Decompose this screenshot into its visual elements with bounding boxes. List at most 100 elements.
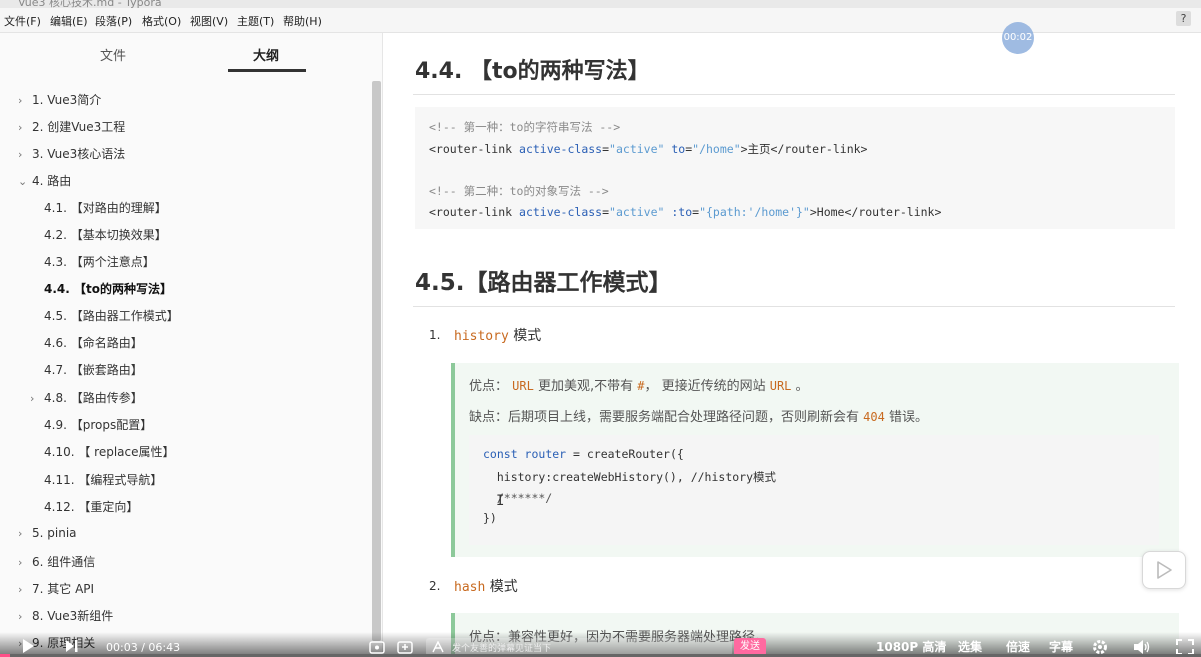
chevron-right-icon[interactable]: ›	[18, 121, 32, 134]
danmaku-placeholder: 发个友善的弹幕见证当下	[452, 644, 552, 654]
sidebar: 文件 大纲 › 1. Vue3简介 › 2. 创建Vue3工程 › 3. Vue3核心语法…	[0, 33, 383, 657]
code-eq: =	[602, 205, 610, 219]
outline-item[interactable]: › 2. 创建Vue3工程	[18, 118, 125, 135]
speed-button[interactable]: 倍速	[1006, 638, 1030, 655]
outline-item-label: 4.10. 【 replace属性】	[44, 445, 175, 459]
code-tag: <router-link	[429, 142, 520, 156]
sidebar-scrollbar[interactable]	[372, 81, 381, 641]
outline-item[interactable]: › 5. pinia	[18, 526, 77, 540]
sidebar-tabs: 文件 大纲	[0, 33, 372, 79]
list-item-history: history 模式	[454, 325, 541, 345]
list-number: 2.	[429, 579, 441, 593]
chevron-right-icon[interactable]: ›	[18, 148, 32, 161]
volume-icon[interactable]	[1133, 639, 1151, 655]
inline-code: URL	[769, 379, 792, 393]
outline-item-label: 4.12. 【重定向】	[44, 500, 139, 514]
outline-item-label: 1. Vue3简介	[32, 93, 102, 107]
code-variable: router	[517, 447, 567, 461]
outline-item-label: 4.8. 【路由传参】	[44, 391, 143, 405]
menu-edit[interactable]: 编辑(E)	[50, 13, 88, 29]
chevron-right-icon[interactable]: ›	[18, 556, 32, 569]
inline-code-hash: hash	[454, 580, 486, 595]
outline-item[interactable]: 4.7. 【嵌套路由】	[44, 361, 143, 378]
window-title: Vue3 核心技术.md - Typora	[18, 0, 162, 8]
subtitle-button[interactable]: 字幕	[1049, 638, 1073, 655]
code-text: history:createWebHistory(), //history模式	[483, 470, 777, 484]
outline-item-label: 4.6. 【命名路由】	[44, 336, 143, 350]
outline-item[interactable]: 4.11. 【编程式导航】	[44, 471, 162, 488]
timer-badge: 00:02	[1002, 22, 1034, 54]
code-eq: =	[602, 142, 610, 156]
list-number: 1.	[429, 328, 441, 342]
outline-item[interactable]: › 8. Vue3新组件	[18, 607, 113, 624]
danmaku-toggle-icon[interactable]	[369, 639, 385, 655]
tab-outline[interactable]: 大纲	[253, 45, 279, 64]
code-attr: :to	[664, 205, 693, 219]
active-tab-indicator	[228, 69, 306, 72]
help-icon[interactable]: ?	[1176, 11, 1191, 26]
next-icon[interactable]	[64, 639, 80, 653]
code-string: "active"	[609, 142, 665, 156]
chevron-right-icon[interactable]: ›	[30, 392, 44, 405]
chevron-right-icon[interactable]: ›	[18, 527, 32, 540]
outline-item-label: 7. 其它 API	[32, 582, 95, 596]
outline-item[interactable]: › 6. 组件通信	[18, 553, 95, 570]
font-a-icon[interactable]	[432, 641, 444, 653]
outline-item[interactable]: 4.10. 【 replace属性】	[44, 443, 175, 460]
list-item-hash: hash 模式	[454, 576, 518, 596]
floating-play-button[interactable]	[1142, 551, 1186, 589]
outline-item[interactable]: › 1. Vue3简介	[18, 91, 101, 108]
menu-view[interactable]: 视图(V)	[190, 13, 228, 29]
outline-item-label: 2. 创建Vue3工程	[32, 120, 126, 134]
code-block-router-link[interactable]: <!-- 第一种：to的字符串写法 --> <router-link activ…	[415, 107, 1175, 229]
outline-item[interactable]: 4.12. 【重定向】	[44, 498, 138, 515]
code-string: "{path:'/home'}"	[699, 205, 810, 219]
episodes-button[interactable]: 选集	[958, 638, 982, 655]
menu-file[interactable]: 文件(F)	[4, 13, 41, 29]
code-block-create-router[interactable]: const router = createRouter({ history:cr…	[469, 435, 1159, 545]
menu-format[interactable]: 格式(O)	[142, 13, 181, 29]
heading-4-5: 4.5.【路由器工作模式】	[415, 270, 672, 296]
chevron-right-icon[interactable]: ›	[18, 610, 32, 623]
outline-item[interactable]: ⌄ 4. 路由	[18, 172, 71, 189]
outline-item-label: 4.1. 【对路由的理解】	[44, 201, 167, 215]
outline-item-label: 4.7. 【嵌套路由】	[44, 363, 143, 377]
outline-item[interactable]: › 3. Vue3核心语法	[18, 145, 125, 162]
tab-files[interactable]: 文件	[100, 45, 126, 64]
quote-advantage: 优点： URL 更加美观,不带有 #， 更接近传统的网站 URL 。	[469, 375, 809, 394]
quote-text: 缺点：后期项目上线，需要服务端配合处理路径问题，否则刷新会有	[469, 410, 864, 425]
code-text: >Home</router-link>	[809, 205, 942, 219]
chevron-right-icon[interactable]: ›	[18, 94, 32, 107]
play-icon[interactable]	[20, 638, 36, 654]
outline-item[interactable]: 4.1. 【对路由的理解】	[44, 199, 167, 216]
code-comment: /******/	[483, 491, 553, 505]
danmaku-settings-icon[interactable]	[397, 639, 413, 655]
outline-item[interactable]: › 7. 其它 API	[18, 580, 94, 597]
code-attr: active-class	[519, 142, 603, 156]
outline-item[interactable]: › 4.8. 【路由传参】	[30, 389, 143, 406]
heading-divider	[413, 94, 1175, 95]
quote-text: 优点：	[469, 379, 513, 394]
code-text: = createRouter({	[566, 447, 684, 461]
outline-item-label: 4.9. 【props配置】	[44, 418, 153, 432]
chevron-down-icon[interactable]: ⌄	[18, 175, 32, 188]
playback-time: 00:03 / 06:43	[106, 641, 181, 654]
menu-paragraph[interactable]: 段落(P)	[95, 13, 132, 29]
outline-item-label: 4. 路由	[32, 174, 72, 188]
quality-button[interactable]: 1080P 高清	[876, 638, 946, 655]
inline-code: URL	[512, 379, 534, 393]
chevron-right-icon[interactable]: ›	[18, 583, 32, 596]
code-keyword: const	[483, 447, 518, 461]
outline-item[interactable]: 4.6. 【命名路由】	[44, 334, 143, 351]
list-item-text: 模式	[508, 328, 542, 344]
outline-item[interactable]: 4.5. 【路由器工作模式】	[44, 307, 179, 324]
menu-theme[interactable]: 主题(T)	[237, 13, 274, 29]
outline-item-label: 4.2. 【基本切换效果】	[44, 228, 167, 242]
quote-disadvantage: 缺点：后期项目上线，需要服务端配合处理路径问题，否则刷新会有 404 错误。	[469, 406, 928, 425]
menu-help[interactable]: 帮助(H)	[283, 13, 322, 29]
outline-item[interactable]: 4.2. 【基本切换效果】	[44, 226, 167, 243]
outline-item[interactable]: 4.3. 【两个注意点】	[44, 253, 155, 270]
inline-code-history: history	[454, 329, 509, 344]
outline-item[interactable]: 4.4. 【to的两种写法】	[44, 280, 172, 297]
outline-item[interactable]: 4.9. 【props配置】	[44, 416, 152, 433]
